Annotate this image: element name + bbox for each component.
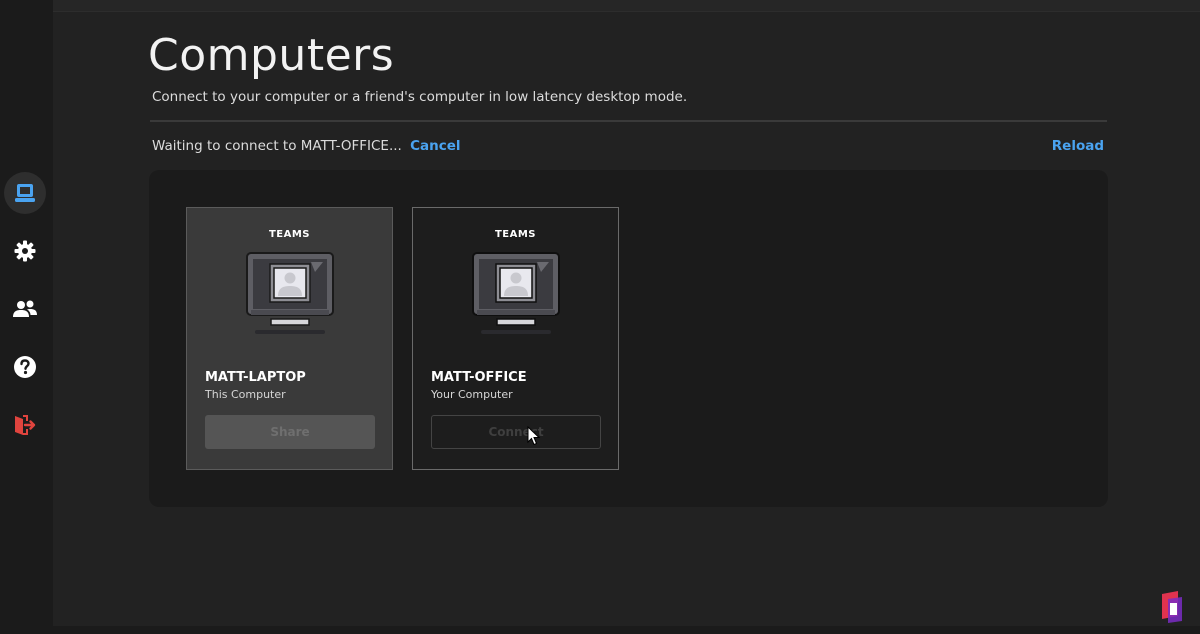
monitor-icon bbox=[246, 252, 334, 334]
team-label: TEAMS bbox=[268, 229, 311, 240]
parsec-logo-icon bbox=[1162, 591, 1182, 623]
logout-icon bbox=[15, 415, 36, 435]
nav-settings[interactable] bbox=[4, 230, 46, 272]
sidebar bbox=[0, 0, 53, 634]
team-label: TEAMS bbox=[494, 229, 537, 240]
help-icon bbox=[14, 356, 36, 378]
page-subtitle: Connect to your computer or a friend's c… bbox=[152, 89, 688, 105]
nav-help[interactable] bbox=[4, 346, 46, 388]
computer-name: MATT-OFFICE bbox=[431, 370, 527, 385]
mouse-cursor-icon bbox=[527, 426, 541, 446]
computer-icon bbox=[15, 184, 35, 202]
reload-link[interactable]: Reload bbox=[1052, 138, 1104, 154]
computer-card-matt-office[interactable]: TEAMS MATT-OFFICE Your Computer Connect bbox=[412, 207, 619, 470]
page-title: Computers bbox=[148, 30, 395, 81]
top-bar bbox=[53, 0, 1200, 12]
cancel-link[interactable]: Cancel bbox=[410, 138, 460, 154]
monitor-icon bbox=[472, 252, 560, 334]
header-divider bbox=[150, 120, 1107, 122]
friends-icon bbox=[13, 300, 37, 317]
computer-card-matt-laptop[interactable]: TEAMS MATT-LAPTOP This Computer Share bbox=[186, 207, 393, 470]
nav-friends[interactable] bbox=[4, 288, 46, 330]
gear-icon bbox=[14, 240, 36, 262]
computer-name: MATT-LAPTOP bbox=[205, 370, 306, 385]
nav-logout[interactable] bbox=[4, 404, 46, 446]
connect-button[interactable]: Connect bbox=[431, 415, 601, 449]
nav-computers[interactable] bbox=[4, 172, 46, 214]
bottom-bar bbox=[53, 626, 1200, 634]
share-button[interactable]: Share bbox=[205, 415, 375, 449]
waiting-text: Waiting to connect to MATT-OFFICE... bbox=[152, 138, 402, 154]
computer-description: Your Computer bbox=[431, 388, 513, 401]
computer-description: This Computer bbox=[205, 388, 286, 401]
connection-status: Waiting to connect to MATT-OFFICE... Can… bbox=[152, 138, 461, 154]
